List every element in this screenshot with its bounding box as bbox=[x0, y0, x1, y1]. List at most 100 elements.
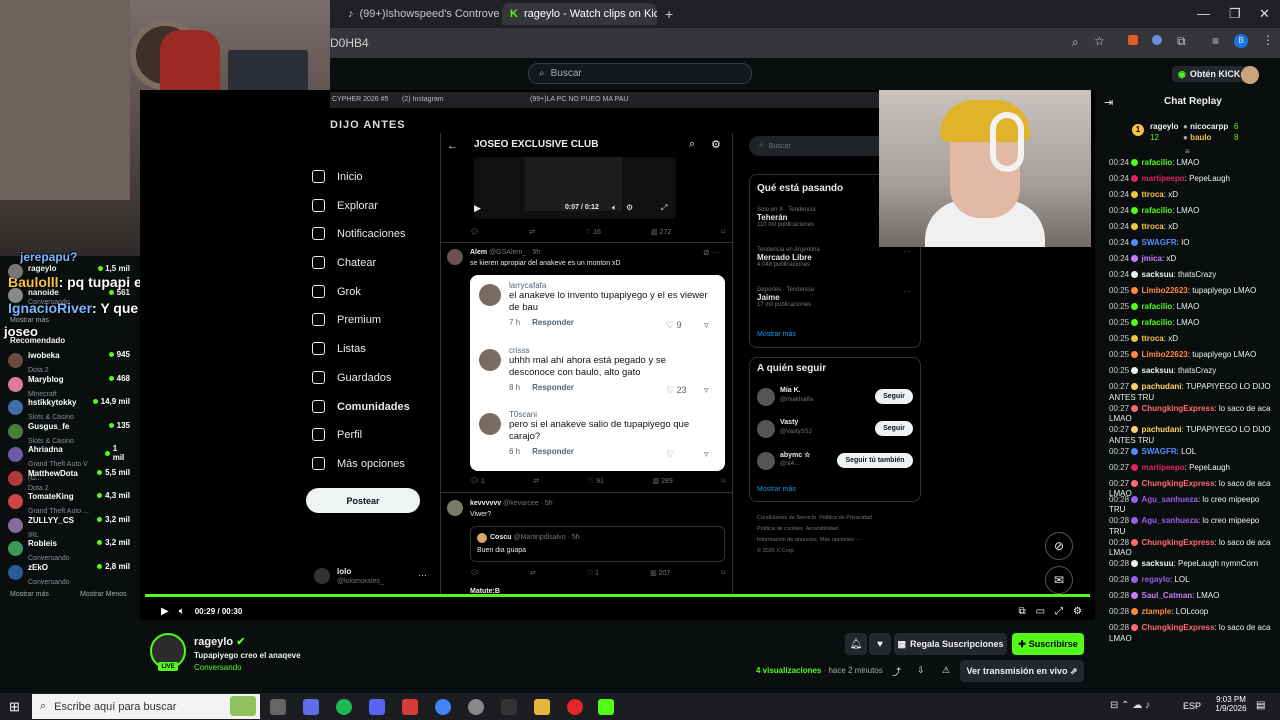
bookmark-icon[interactable]: ⌑ bbox=[721, 228, 725, 236]
notification-bell-button[interactable]: 🔔︎ bbox=[845, 633, 867, 655]
grok-icon[interactable]: ⊘ ··· bbox=[703, 248, 720, 257]
bookmark-icon[interactable]: ⌑ bbox=[721, 569, 725, 577]
sidebar-item-recommended[interactable]: hstikkytokky Slots & Casino 14,9 mil bbox=[8, 397, 130, 421]
chat-username[interactable]: ttroca bbox=[1142, 190, 1164, 199]
footer-link[interactable]: Información de anuncios bbox=[757, 537, 817, 543]
sidebar-item-recommended[interactable]: Robleis Conversando 3,2 mil bbox=[8, 538, 130, 562]
opera-icon[interactable] bbox=[567, 699, 583, 715]
reply-icon[interactable]: 💬︎ bbox=[470, 228, 479, 236]
like-icon[interactable]: ♡ 16 bbox=[585, 228, 601, 236]
back-arrow-icon[interactable]: ← bbox=[447, 140, 458, 152]
chat-username[interactable]: rafacilio bbox=[1142, 302, 1173, 311]
kick-app-icon[interactable] bbox=[598, 699, 614, 715]
language-indicator[interactable]: ESP bbox=[1183, 701, 1201, 711]
like-icon[interactable]: ♡ 9 bbox=[666, 320, 682, 331]
play-icon[interactable]: ▶ bbox=[474, 203, 481, 214]
close-window-button[interactable]: ✕ bbox=[1259, 6, 1270, 22]
file-explorer-icon[interactable] bbox=[534, 699, 550, 715]
chat-expand-icon[interactable]: ≡ bbox=[1185, 147, 1190, 156]
show-more-link[interactable]: Mostrar más bbox=[10, 317, 49, 324]
reply-button[interactable]: Responder bbox=[532, 318, 574, 327]
chat-username[interactable]: ztample bbox=[1142, 607, 1172, 616]
browser-tab-active[interactable]: Krageylo - Watch clips on Kick✕ bbox=[502, 3, 657, 25]
bookmark-icon[interactable]: ⌑ bbox=[721, 477, 725, 485]
minimize-button[interactable]: — bbox=[1197, 6, 1210, 21]
like-icon[interactable]: ♡ 23 bbox=[666, 385, 687, 396]
download-icon[interactable]: ⇩ bbox=[917, 665, 925, 676]
obs-icon[interactable] bbox=[468, 699, 484, 715]
warning-icon[interactable]: ⚠ bbox=[942, 665, 950, 676]
chat-username[interactable]: ttroca bbox=[1142, 334, 1164, 343]
seek-bar[interactable] bbox=[145, 594, 1090, 597]
clock[interactable]: 9:03 PM 1/9/2026 bbox=[1208, 695, 1254, 713]
browser-tab[interactable]: ♪(99+)Ishowspeed's Controvers✕ bbox=[340, 3, 500, 25]
footer-link[interactable]: Condiciones de Servicio bbox=[757, 515, 816, 521]
get-kicks-button[interactable]: ◉ Obtén KICKs bbox=[1172, 66, 1252, 82]
chat-username[interactable]: Saul_Catman bbox=[1142, 591, 1193, 600]
more-icon[interactable]: ··· bbox=[903, 247, 911, 256]
notifications-icon[interactable]: ▤ bbox=[1256, 700, 1265, 711]
views-icon[interactable]: ▥ 289 bbox=[653, 477, 673, 485]
tray-icons[interactable]: ⊟ ⌃ ☁ ♪ bbox=[1110, 700, 1150, 711]
chat-username[interactable]: pachudani bbox=[1142, 382, 1182, 391]
clip-icon[interactable]: ⧉ bbox=[1018, 606, 1025, 617]
puzzle-icon[interactable]: ⧉ bbox=[1177, 34, 1186, 49]
x-nav-item[interactable]: Premium bbox=[312, 313, 381, 326]
task-view-icon[interactable] bbox=[270, 699, 286, 715]
show-more-link[interactable]: Mostrar más bbox=[10, 591, 49, 598]
settings-icon[interactable]: ⚙ bbox=[1073, 606, 1082, 617]
x-nav-item[interactable]: Chatear bbox=[312, 256, 376, 269]
grok-icon[interactable]: ⊘ bbox=[1045, 532, 1073, 560]
show-more-link[interactable]: Mostrar más bbox=[757, 486, 796, 493]
share-icon[interactable]: ⤴ bbox=[892, 665, 901, 678]
repost-icon[interactable]: ⇄ bbox=[533, 477, 539, 485]
zoom-icon[interactable]: ⌕ bbox=[1072, 35, 1079, 50]
x-nav-item[interactable]: Guardados bbox=[312, 371, 391, 384]
dislike-icon[interactable]: ▿ bbox=[704, 449, 709, 460]
copilot-icon[interactable] bbox=[303, 699, 319, 715]
trend-item[interactable]: Deportes · Tendencia Jaime 17 mil publicac… bbox=[757, 287, 915, 308]
channel-name[interactable]: rageylo ✔ bbox=[194, 635, 245, 648]
fullscreen-icon[interactable]: ⤢ bbox=[661, 203, 667, 213]
show-more-link[interactable]: Mostrar más bbox=[757, 331, 796, 338]
chat-username[interactable]: martipeepo bbox=[1142, 174, 1185, 183]
follow-button[interactable]: Seguir bbox=[875, 421, 913, 436]
footer-link[interactable]: Política de cookies bbox=[757, 526, 803, 532]
profile-icon[interactable]: B bbox=[1234, 34, 1248, 48]
chat-username[interactable]: Limbo22623 bbox=[1142, 350, 1188, 359]
x-nav-item[interactable]: Explorar bbox=[312, 199, 378, 212]
capcut-icon[interactable] bbox=[501, 699, 517, 715]
chat-username[interactable]: Agu_sanhueza bbox=[1142, 495, 1198, 504]
x-nav-item[interactable]: Perfil bbox=[312, 428, 362, 441]
sidebar-item-recommended[interactable]: iwobeka Dota 2 945 bbox=[8, 350, 130, 374]
reply-icon[interactable]: 💬︎ 1 bbox=[470, 477, 485, 485]
x-nav-item[interactable]: Notificaciones bbox=[312, 227, 405, 240]
volume-icon[interactable]: 🔈︎ bbox=[179, 606, 185, 617]
sidebar-item-recommended[interactable]: Gusgus_fe Slots & Casino 135 bbox=[8, 421, 130, 445]
footer-link[interactable]: Política de Privacidad bbox=[819, 515, 872, 521]
reply-button[interactable]: Responder bbox=[532, 447, 574, 456]
sidebar-item-recommended[interactable]: TomateKing Grand Theft Auto ... 4,3 mil bbox=[8, 491, 130, 515]
chat-username[interactable]: sacksuu bbox=[1142, 270, 1174, 279]
post-button[interactable]: Postear bbox=[306, 488, 420, 513]
like-icon[interactable]: ♡ bbox=[666, 449, 674, 460]
extension-icon[interactable] bbox=[1152, 35, 1162, 45]
more-icon[interactable]: ··· bbox=[418, 570, 427, 580]
app-icon[interactable] bbox=[402, 699, 418, 715]
gear-icon[interactable]: ⚙ bbox=[626, 203, 633, 212]
chat-username[interactable]: sacksuu bbox=[1142, 559, 1174, 568]
kebab-menu-icon[interactable]: ⋮ bbox=[1262, 33, 1274, 47]
search-input[interactable]: ⌕ Buscar bbox=[528, 63, 752, 84]
chat-username[interactable]: rafacilio bbox=[1142, 318, 1173, 327]
theater-icon[interactable]: ▭ bbox=[1036, 606, 1045, 617]
dislike-icon[interactable]: ▿ bbox=[704, 385, 709, 396]
footer-link[interactable]: Más opciones ··· bbox=[820, 537, 861, 543]
x-nav-item[interactable]: Listas bbox=[312, 342, 366, 355]
maximize-button[interactable]: ❐ bbox=[1229, 6, 1241, 22]
chat-username[interactable]: ChungkingExpress bbox=[1142, 404, 1215, 413]
taskbar-search[interactable]: ⌕ Escribe aquí para buscar bbox=[32, 694, 260, 719]
collapse-chat-icon[interactable]: ⇥ bbox=[1104, 96, 1113, 109]
repost-icon[interactable]: ⇄ bbox=[530, 569, 536, 577]
media-icon[interactable]: ≡ bbox=[1212, 34, 1219, 48]
like-icon[interactable]: ♡ 1 bbox=[587, 569, 599, 577]
